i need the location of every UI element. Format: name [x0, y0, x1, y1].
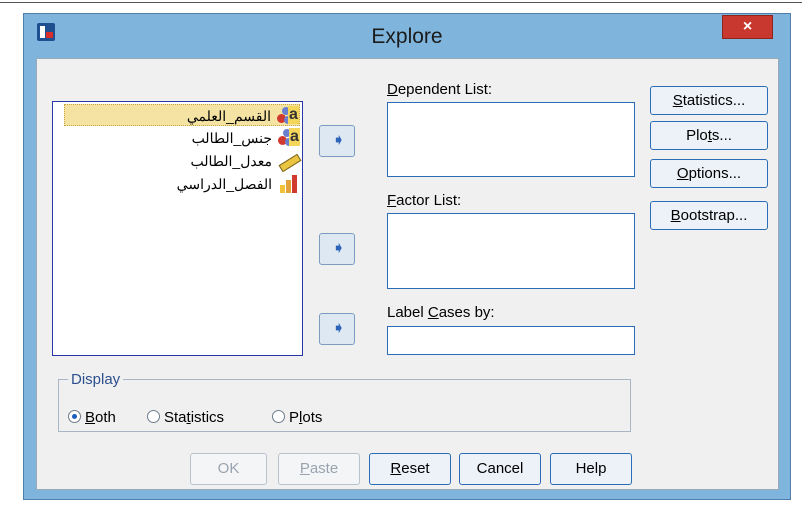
arrow-right-icon: ➧: [332, 240, 346, 257]
arrow-right-icon: ➧: [332, 132, 346, 149]
variable-item[interactable]: a القسم_العلمي: [64, 104, 300, 126]
display-both-radio[interactable]: Both: [68, 409, 116, 426]
factor-list-box[interactable]: [387, 213, 635, 289]
move-to-dependent-button[interactable]: ➧: [319, 125, 355, 157]
close-button[interactable]: ×: [722, 15, 773, 39]
reset-button[interactable]: Reset: [369, 453, 451, 485]
window-title: Explore: [371, 25, 443, 48]
label-cases-label: Label Cases by:: [387, 304, 495, 321]
plots-button[interactable]: Plots...: [650, 121, 768, 150]
dialog-body: a القسم_العلمي a جنس_الطالب معدل_الطالب …: [36, 58, 779, 490]
options-button[interactable]: Options...: [650, 159, 768, 188]
radio-selected-icon: [68, 410, 81, 423]
move-to-factor-button[interactable]: ➧: [319, 233, 355, 265]
explore-dialog: Explore × a القسم_العلمي a جنس_الطالب مع…: [23, 13, 791, 500]
dependent-list-box[interactable]: [387, 102, 635, 177]
variable-label: معدل_الطالب: [190, 153, 272, 169]
radio-unselected-icon: [272, 410, 285, 423]
move-to-label-cases-button[interactable]: ➧: [319, 313, 355, 345]
variable-label: جنس_الطالب: [191, 130, 272, 146]
display-group: [58, 379, 631, 432]
display-plots-radio[interactable]: Plots: [272, 409, 322, 426]
page-top-rule: [0, 2, 802, 3]
scale-icon: [278, 152, 302, 173]
dependent-list-label: Dependent List:: [387, 81, 493, 98]
paste-button[interactable]: Paste: [278, 453, 360, 485]
radio-unselected-icon: [147, 410, 160, 423]
source-variable-list[interactable]: a القسم_العلمي a جنس_الطالب معدل_الطالب …: [52, 101, 303, 356]
variable-label: الفصل_الدراسي: [176, 176, 272, 192]
factor-list-label: Factor List:: [387, 192, 462, 209]
label-cases-box[interactable]: [387, 326, 635, 355]
nominal-icon: a: [277, 106, 299, 125]
nominal-icon: a: [278, 128, 300, 147]
variable-label: القسم_العلمي: [186, 108, 271, 124]
arrow-right-icon: ➧: [332, 320, 346, 337]
bootstrap-button[interactable]: Bootstrap...: [650, 201, 768, 230]
ordinal-icon: [278, 175, 298, 193]
cancel-button[interactable]: Cancel: [459, 453, 541, 485]
title-bar[interactable]: Explore ×: [24, 14, 790, 56]
ok-button[interactable]: OK: [190, 453, 267, 485]
statistics-button[interactable]: Statistics...: [650, 86, 768, 115]
help-button[interactable]: Help: [550, 453, 632, 485]
display-group-title: Display: [68, 371, 124, 388]
display-statistics-radio[interactable]: Statistics: [147, 409, 224, 426]
variable-item[interactable]: معدل_الطالب: [64, 150, 302, 173]
variable-item[interactable]: الفصل_الدراسي: [64, 173, 300, 195]
variable-item[interactable]: a جنس_الطالب: [64, 127, 300, 149]
